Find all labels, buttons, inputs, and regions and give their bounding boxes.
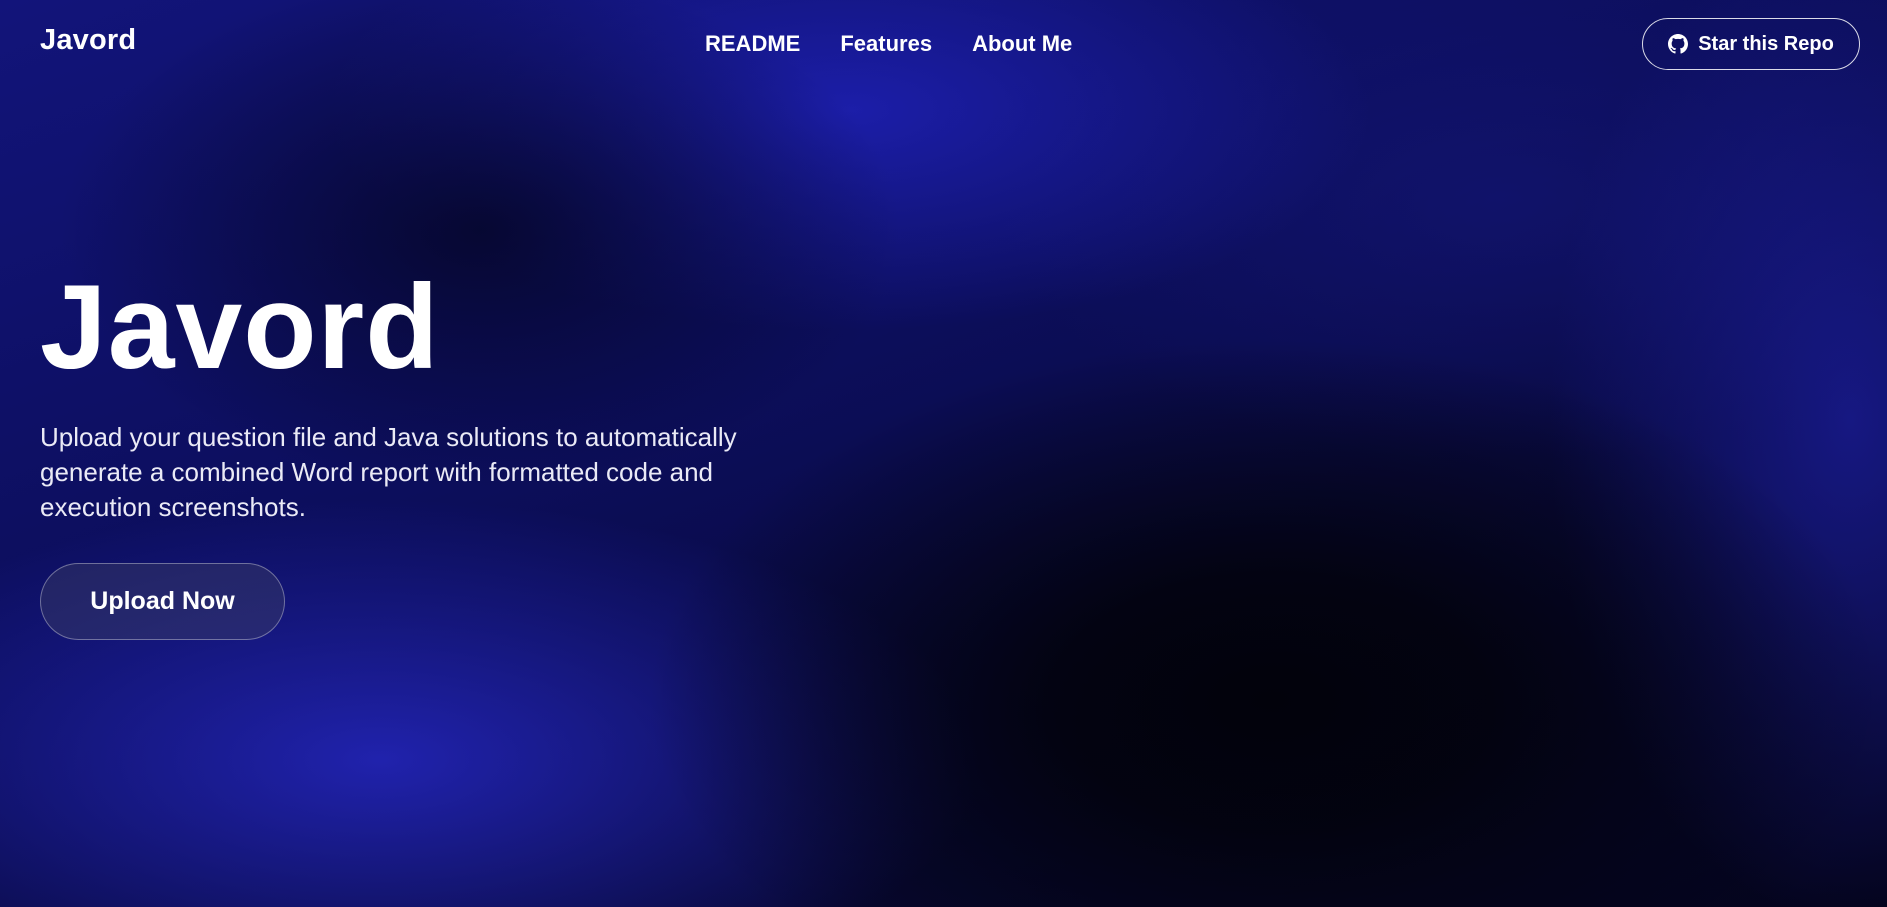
upload-now-button[interactable]: Upload Now	[40, 563, 285, 640]
star-repo-label: Star this Repo	[1698, 32, 1834, 55]
brand-logo-text[interactable]: Javord	[40, 24, 136, 57]
nav-links: README Features About Me	[705, 31, 1072, 57]
nav-link-about-me[interactable]: About Me	[972, 31, 1072, 57]
navbar: Javord README Features About Me Star thi…	[0, 0, 1887, 88]
nav-link-features[interactable]: Features	[840, 31, 932, 57]
hero-section: Javord Upload your question file and Jav…	[40, 262, 800, 525]
hero-title: Javord	[40, 260, 440, 394]
star-repo-button[interactable]: Star this Repo	[1642, 18, 1860, 70]
github-icon	[1668, 34, 1689, 54]
nav-link-readme[interactable]: README	[705, 31, 800, 57]
hero-description: Upload your question file and Java solut…	[40, 422, 737, 522]
upload-now-label: Upload Now	[90, 587, 235, 615]
